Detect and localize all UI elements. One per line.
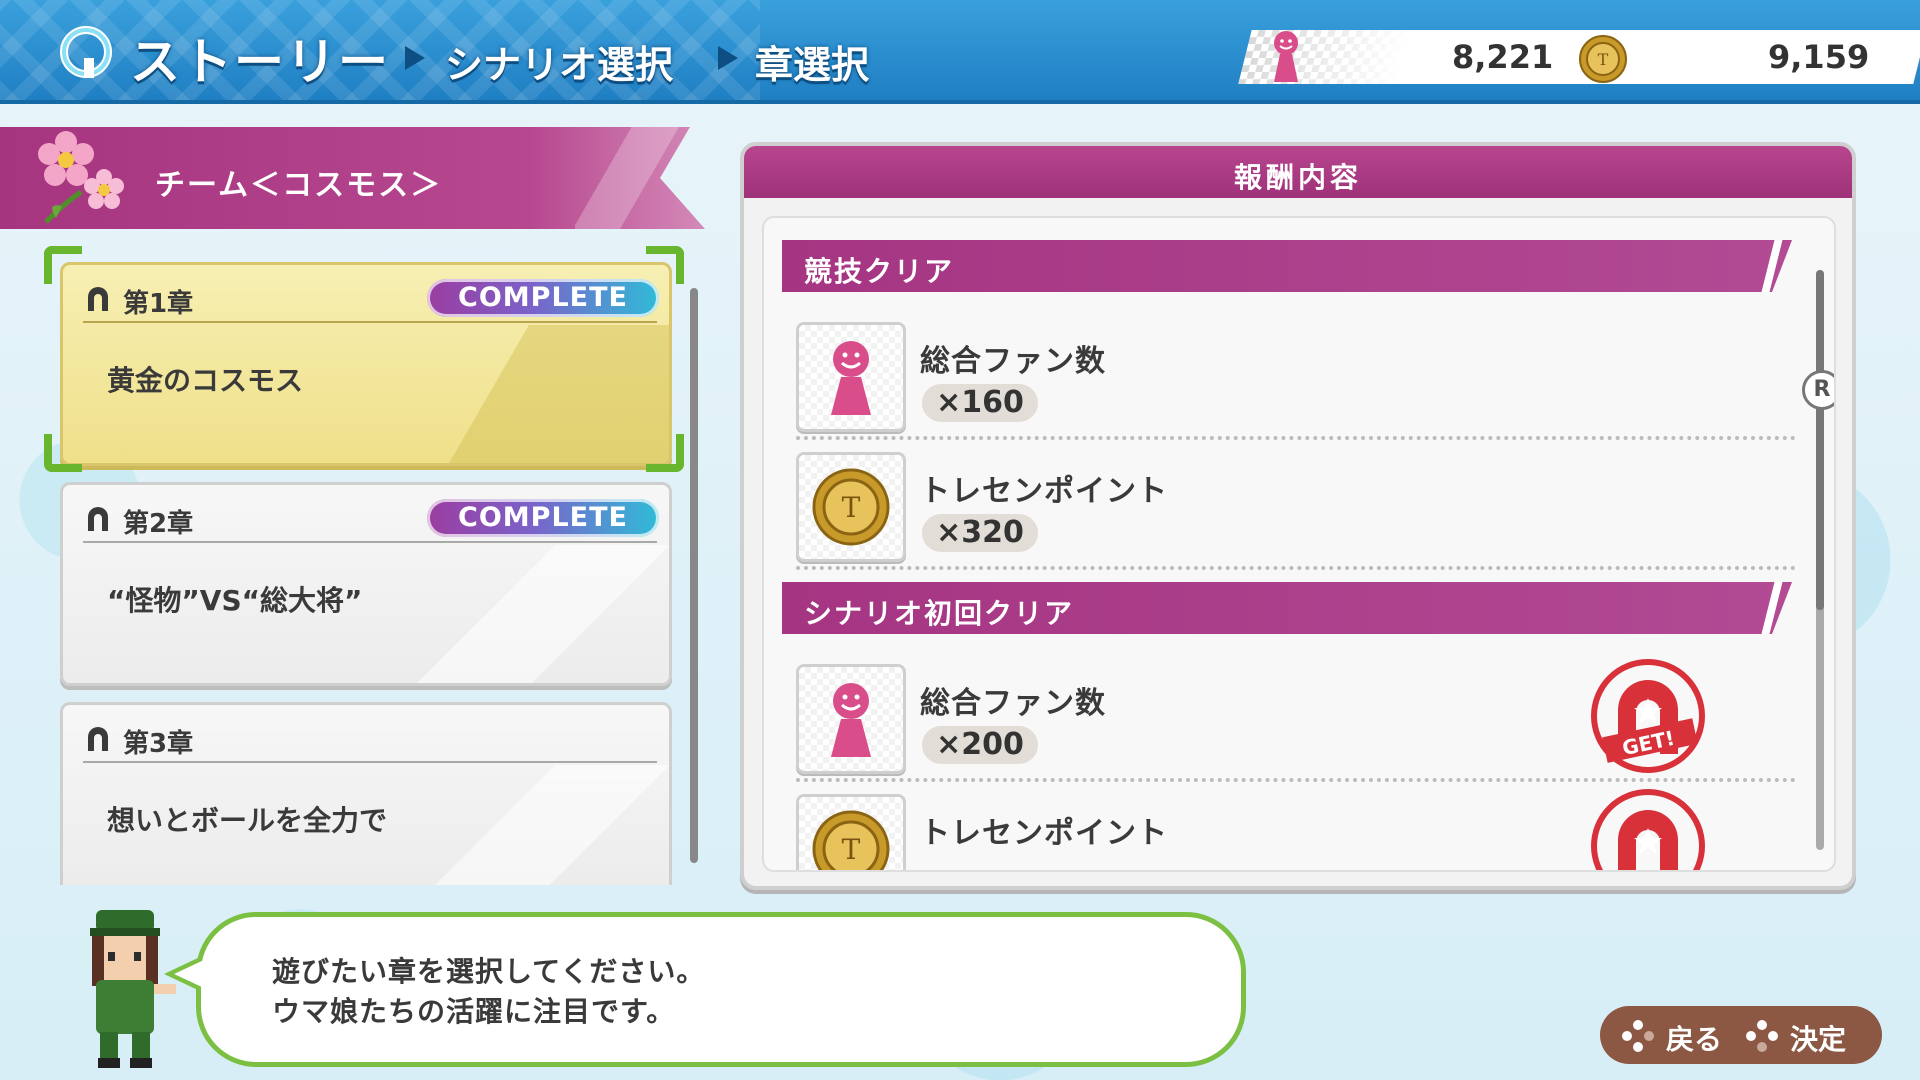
breadcrumb-separator-icon <box>405 46 425 70</box>
reward-name: トレセンポイント <box>920 474 1168 509</box>
chapter-header: 第3章 <box>83 715 657 763</box>
dpad-confirm-button-icon <box>1746 1020 1778 1052</box>
selection-corner-tr <box>646 246 684 284</box>
reward-name: 総合ファン数 <box>920 344 1106 379</box>
reward-icon-box <box>796 322 906 432</box>
row-divider <box>796 778 1796 782</box>
chapter-list-scrollbar[interactable] <box>690 288 698 863</box>
reward-name: トレセンポイント <box>920 816 1168 851</box>
reward-name: 総合ファン数 <box>920 686 1106 721</box>
cosmos-flower-icon <box>38 131 124 224</box>
selection-corner-tl <box>44 246 82 284</box>
section-label: シナリオ初回クリア <box>804 597 1075 630</box>
get-stamp-icon: GET! <box>1591 659 1705 773</box>
dialog-line-2: ウマ娘たちの活躍に注目です。 <box>272 995 676 1028</box>
breadcrumb-separator-icon <box>718 46 738 70</box>
selection-corner-br <box>646 434 684 472</box>
story-icon <box>60 26 112 78</box>
svg-text:T: T <box>842 491 861 524</box>
fan-count-icon <box>1274 31 1298 82</box>
breadcrumb-story: ストーリー <box>130 33 390 91</box>
chapter-card-3[interactable]: 第3章 想いとボールを全力で <box>60 702 672 885</box>
section-bar-slash <box>1761 240 1783 292</box>
horseshoe-icon <box>88 287 108 311</box>
row-divider <box>796 436 1796 440</box>
chapter-card-2[interactable]: 第2章 COMPLETE “怪物”VS“総大将” <box>60 482 672 686</box>
section-bar-race-clear: 競技クリア <box>782 240 1792 292</box>
coin-count-value: 9,159 <box>1768 38 1870 76</box>
chapter-title: 黄金のコスモス <box>107 364 304 397</box>
reward-row: T トレセンポイント <box>788 784 1788 870</box>
reward-quantity: ×160 <box>922 384 1038 422</box>
chapter-title: “怪物”VS“総大将” <box>107 584 363 617</box>
get-stamp-icon <box>1591 789 1705 870</box>
trecen-coin-icon: T <box>812 810 890 870</box>
card-chevron-decor <box>349 325 669 463</box>
reward-icon-box: T <box>796 452 906 562</box>
selection-corner-bl <box>44 434 82 472</box>
dialog-line-1: 遊びたい章を選択してください。 <box>272 955 706 988</box>
speech-tail-inner <box>174 960 204 988</box>
team-name: チーム＜コスモス＞ <box>155 168 443 203</box>
reward-quantity: ×200 <box>922 726 1038 764</box>
section-label: 競技クリア <box>804 255 955 288</box>
dpad-back-button-icon <box>1622 1020 1654 1052</box>
reward-row: 総合ファン数 ×200 GET! <box>788 654 1788 784</box>
reward-panel-title: 報酬内容 <box>1233 161 1362 194</box>
horseshoe-icon <box>88 507 108 531</box>
trecen-coin-icon: T <box>812 468 890 546</box>
reward-list[interactable]: 競技クリア 総合ファン数 ×160 T トレセンポイント ×320 シナリオ初回… <box>762 216 1836 872</box>
complete-badge: COMPLETE <box>427 499 659 537</box>
chapter-number: 第3章 <box>123 729 194 759</box>
section-bar-first-clear: シナリオ初回クリア <box>782 582 1792 634</box>
chapter-number: 第1章 <box>123 289 194 319</box>
confirm-button[interactable]: 決定 <box>1790 1018 1846 1058</box>
section-bar-slash <box>1761 582 1783 634</box>
complete-badge: COMPLETE <box>427 279 659 317</box>
r-button-icon[interactable]: R <box>1802 370 1834 410</box>
reward-list-scrollbar-thumb[interactable] <box>1816 270 1824 610</box>
svg-text:T: T <box>842 833 861 866</box>
reward-row: T トレセンポイント ×320 <box>788 442 1788 572</box>
reward-icon-box: T <box>796 794 906 870</box>
currency-bar-pattern <box>1238 30 1412 84</box>
back-button[interactable]: 戻る <box>1666 1018 1722 1058</box>
breadcrumb-scenario-select: シナリオ選択 <box>445 43 674 87</box>
chapter-number: 第2章 <box>123 509 194 539</box>
chapter-header: 第2章 COMPLETE <box>83 495 659 543</box>
trecen-coin-icon: T <box>1579 35 1627 83</box>
reward-panel: 報酬内容 競技クリア 総合ファン数 ×160 T トレセンポイント ×320 シ… <box>740 142 1856 890</box>
fan-count-value: 8,221 <box>1452 38 1554 76</box>
reward-icon-box <box>796 664 906 774</box>
reward-quantity: ×320 <box>922 514 1038 552</box>
fan-figure-icon <box>831 341 871 415</box>
card-chevron-decor <box>349 765 669 885</box>
chapter-card-1[interactable]: 第1章 COMPLETE 黄金のコスモス <box>60 262 672 466</box>
card-chevron-decor <box>349 545 669 683</box>
controls-bar: 戻る 決定 <box>1600 1006 1882 1064</box>
fan-figure-icon <box>831 683 871 757</box>
reward-row: 総合ファン数 ×160 <box>788 312 1788 442</box>
chapter-header: 第1章 COMPLETE <box>83 275 659 323</box>
breadcrumb-chapter-select: 章選択 <box>755 43 870 87</box>
row-divider <box>796 566 1796 570</box>
chapter-title: 想いとボールを全力で <box>107 804 388 837</box>
svg-text:T: T <box>1598 50 1609 69</box>
horseshoe-icon <box>88 727 108 751</box>
